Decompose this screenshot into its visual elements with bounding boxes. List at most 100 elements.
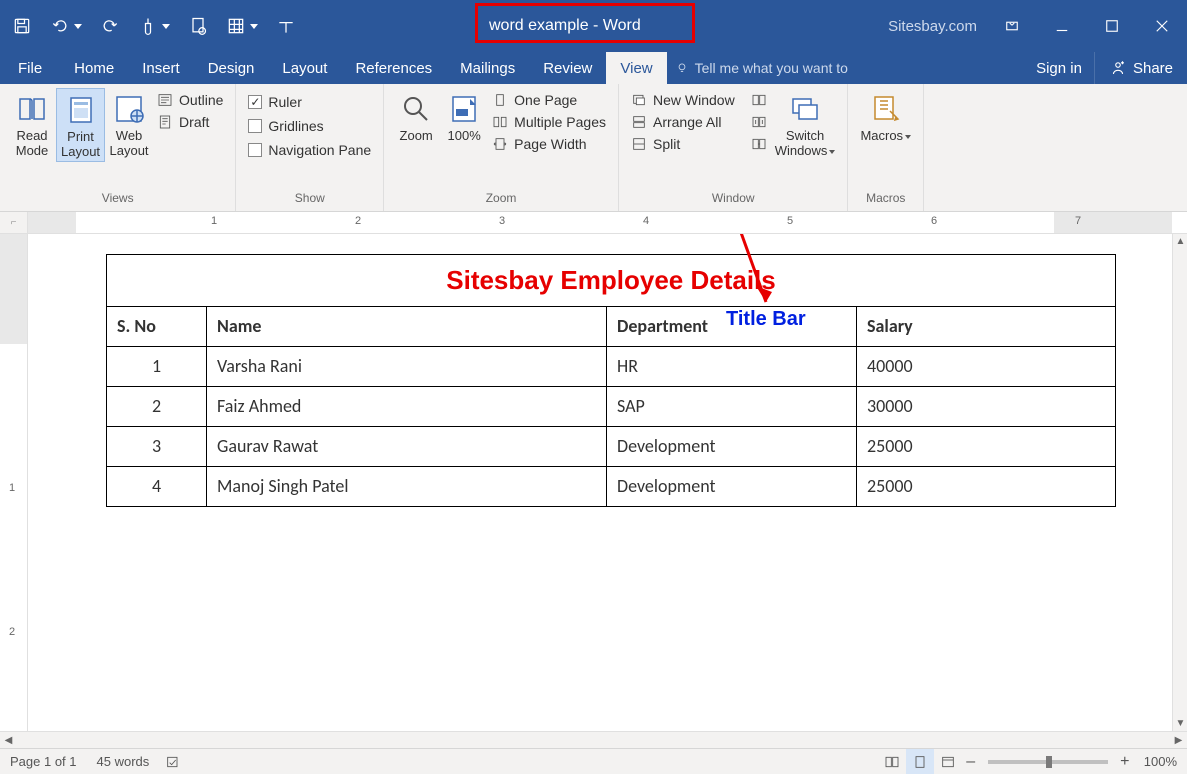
maximize-icon[interactable] <box>1087 0 1137 52</box>
multiple-pages-button[interactable]: Multiple Pages <box>492 114 606 130</box>
tab-review[interactable]: Review <box>529 52 606 84</box>
minimize-icon[interactable] <box>1037 0 1087 52</box>
zoom-button[interactable]: Zoom <box>392 88 440 145</box>
redo-icon[interactable] <box>88 0 132 52</box>
ribbon-display-options-icon[interactable] <box>987 0 1037 52</box>
sign-in-button[interactable]: Sign in <box>1024 52 1094 84</box>
split-button[interactable]: Split <box>631 136 735 152</box>
document-title: word example - Word <box>477 0 653 52</box>
tab-view[interactable]: View <box>606 52 666 84</box>
table-cell: Development <box>607 427 857 467</box>
switch-windows-icon <box>788 92 822 126</box>
scroll-down-icon[interactable]: ▼ <box>1173 716 1187 731</box>
table-title-row: Sitesbay Employee Details <box>107 255 1116 307</box>
group-macros: Macros Macros <box>848 84 924 211</box>
one-page-button[interactable]: One Page <box>492 92 606 108</box>
touch-mouse-mode-icon[interactable] <box>132 0 176 52</box>
vertical-scrollbar[interactable]: ▲ ▼ <box>1172 234 1187 731</box>
tab-design[interactable]: Design <box>194 52 269 84</box>
table-cell: Manoj Singh Patel <box>207 467 607 507</box>
tab-file[interactable]: File <box>0 52 60 84</box>
close-icon[interactable] <box>1137 0 1187 52</box>
zoom-100-button[interactable]: 100% <box>440 88 488 145</box>
checkbox-checked-icon <box>248 95 262 109</box>
gridlines-checkbox[interactable]: Gridlines <box>248 118 371 134</box>
zoom-slider-thumb[interactable] <box>1046 756 1052 768</box>
tab-mailings[interactable]: Mailings <box>446 52 529 84</box>
ruler-corner: ⌐ <box>0 212 28 233</box>
quick-access-toolbar <box>0 0 308 52</box>
tab-home[interactable]: Home <box>60 52 128 84</box>
print-layout-button[interactable]: Print Layout <box>56 88 105 162</box>
document-viewport[interactable]: Title Bar Sitesbay Employee Details S. N… <box>28 234 1172 731</box>
title-bar: word example - Word Sitesbay.com <box>0 0 1187 52</box>
table-cell: HR <box>607 347 857 387</box>
outline-button[interactable]: Outline <box>157 92 223 108</box>
table-cell: Varsha Rani <box>207 347 607 387</box>
web-layout-view-icon[interactable] <box>934 749 962 774</box>
table-title: Sitesbay Employee Details <box>107 255 1115 306</box>
group-window: New Window Arrange All Split Switch Wind… <box>619 84 848 211</box>
quick-table-icon[interactable] <box>220 0 264 52</box>
window-controls <box>987 0 1187 52</box>
tell-me-search[interactable]: Tell me what you want to <box>667 52 1024 84</box>
status-word-count[interactable]: 45 words <box>87 754 160 769</box>
reset-window-button[interactable] <box>751 136 767 152</box>
spellcheck-icon[interactable] <box>159 749 187 774</box>
horizontal-scrollbar[interactable]: ◀ ▶ <box>0 731 1187 748</box>
tab-references[interactable]: References <box>341 52 446 84</box>
tab-insert[interactable]: Insert <box>128 52 194 84</box>
print-layout-view-icon[interactable] <box>906 749 934 774</box>
view-side-by-side-button[interactable] <box>751 92 767 108</box>
ruler-checkbox[interactable]: Ruler <box>248 94 371 110</box>
zoom-100-icon <box>447 92 481 126</box>
navigation-pane-checkbox[interactable]: Navigation Pane <box>248 142 371 158</box>
print-preview-icon[interactable] <box>176 0 220 52</box>
table-cell: 4 <box>107 467 207 507</box>
read-mode-icon <box>15 92 49 126</box>
zoom-in-button[interactable]: + <box>1116 753 1134 771</box>
scroll-left-icon[interactable]: ◀ <box>0 732 17 749</box>
tab-layout[interactable]: Layout <box>268 52 341 84</box>
page-width-button[interactable]: Page Width <box>492 136 606 152</box>
customize-qat-icon[interactable] <box>264 0 308 52</box>
read-mode-view-icon[interactable] <box>878 749 906 774</box>
checkbox-icon <box>248 143 262 157</box>
vertical-ruler[interactable]: 12 <box>0 234 28 731</box>
annotation-label: Title Bar <box>726 308 806 331</box>
table-cell: 2 <box>107 387 207 427</box>
undo-icon[interactable] <box>44 0 88 52</box>
share-button[interactable]: Share <box>1094 52 1187 84</box>
web-layout-button[interactable]: Web Layout <box>105 88 153 160</box>
macros-button[interactable]: Macros <box>856 88 915 145</box>
sync-scrolling-button[interactable] <box>751 114 767 130</box>
switch-windows-button[interactable]: Switch Windows <box>771 88 840 160</box>
table-header-row: S. No Name Department Salary <box>107 307 1116 347</box>
zoom-out-button[interactable]: – <box>962 753 980 771</box>
table-cell: 3 <box>107 427 207 467</box>
horizontal-ruler[interactable]: ⌐ 1234567 <box>0 212 1187 234</box>
table-cell: 25000 <box>857 427 1116 467</box>
checkbox-icon <box>248 119 262 133</box>
scroll-right-icon[interactable]: ▶ <box>1170 732 1187 749</box>
employee-table: Sitesbay Employee Details S. No Name Dep… <box>106 254 1116 507</box>
table-cell: 25000 <box>857 467 1116 507</box>
print-layout-icon <box>64 93 98 127</box>
table-cell: Gaurav Rawat <box>207 427 607 467</box>
table-cell: 1 <box>107 347 207 387</box>
lightbulb-icon <box>675 61 689 75</box>
zoom-slider[interactable] <box>988 760 1108 764</box>
scroll-track[interactable] <box>17 732 1170 748</box>
arrange-all-button[interactable]: Arrange All <box>631 114 735 130</box>
group-show-label: Show <box>244 191 375 207</box>
zoom-icon <box>399 92 433 126</box>
zoom-level[interactable]: 100% <box>1134 754 1187 769</box>
new-window-button[interactable]: New Window <box>631 92 735 108</box>
table-row: 4Manoj Singh PatelDevelopment25000 <box>107 467 1116 507</box>
save-icon[interactable] <box>0 0 44 52</box>
scroll-up-icon[interactable]: ▲ <box>1173 234 1187 249</box>
draft-button[interactable]: Draft <box>157 114 223 130</box>
read-mode-button[interactable]: Read Mode <box>8 88 56 160</box>
site-label: Sitesbay.com <box>888 0 977 52</box>
status-page[interactable]: Page 1 of 1 <box>0 754 87 769</box>
